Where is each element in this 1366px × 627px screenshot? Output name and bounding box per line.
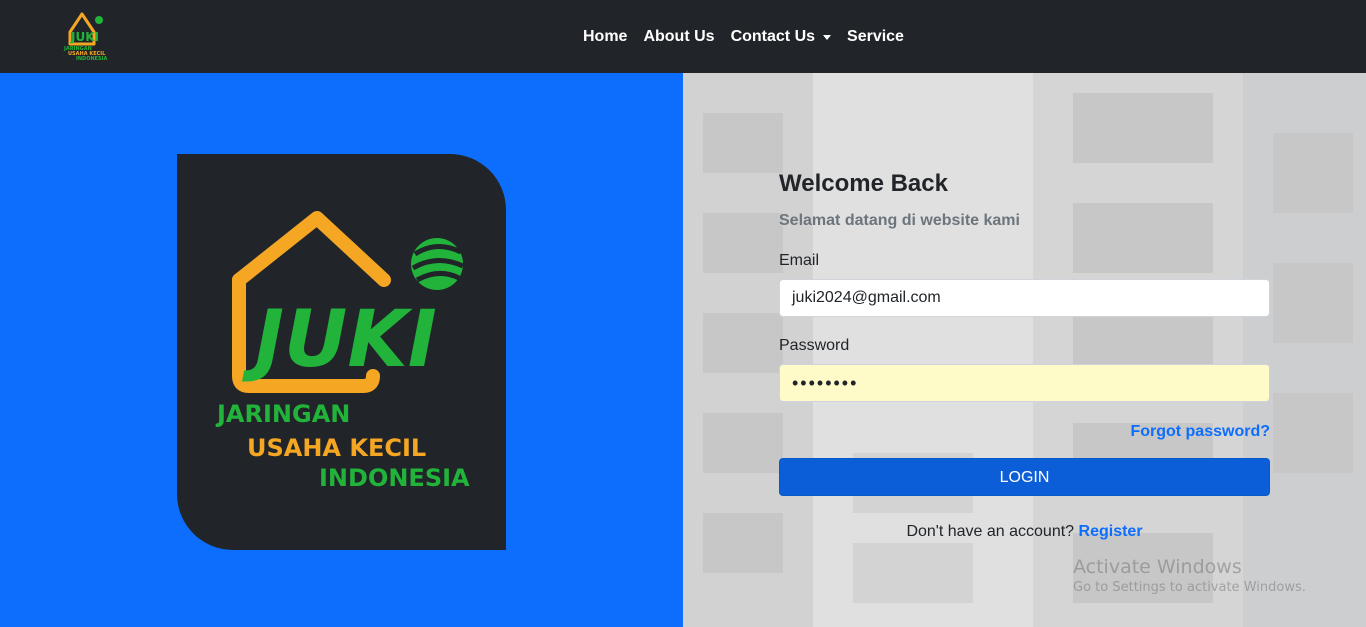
nav-link-service[interactable]: Service	[847, 28, 904, 46]
login-title: Welcome Back	[779, 170, 948, 197]
login-panel: Welcome Back Selamat datang di website k…	[683, 73, 1366, 627]
juki-logo: JUKI JARINGAN USAHA KECIL INDONESIA	[177, 154, 506, 550]
brand-panel: JUKI JARINGAN USAHA KECIL INDONESIA	[0, 73, 683, 627]
forgot-password-link[interactable]: Forgot password?	[779, 423, 1270, 441]
register-link[interactable]: Register	[1079, 523, 1143, 540]
logo-line-3: INDONESIA	[319, 464, 470, 492]
svg-text:JUKI: JUKI	[70, 30, 99, 44]
login-button[interactable]: LOGIN	[779, 458, 1270, 496]
logo-line-1: JARINGAN	[215, 400, 350, 428]
logo-line-2: USAHA KECIL	[247, 434, 426, 462]
nav-menu: Home About Us Contact Us Service	[583, 0, 904, 73]
login-subtitle: Selamat datang di website kami	[779, 212, 1020, 229]
nav-dropdown-contact[interactable]: Contact Us	[730, 27, 832, 46]
nav-contact-label: Contact Us	[730, 27, 816, 45]
nav-link-about[interactable]: About Us	[643, 28, 714, 46]
email-label: Email	[779, 252, 820, 269]
register-prompt: Don't have an account? Register	[779, 523, 1270, 541]
navbar-logo[interactable]: JUKI JARINGAN USAHA KECIL INDONESIA	[62, 10, 110, 62]
password-label: Password	[779, 337, 850, 354]
svg-text:INDONESIA: INDONESIA	[76, 56, 108, 62]
password-field[interactable]: ••••••••	[779, 364, 1270, 402]
watermark-subtitle: Go to Settings to activate Windows.	[1073, 580, 1306, 595]
email-field[interactable]: juki2024@gmail.com	[779, 279, 1270, 317]
top-navbar: JUKI JARINGAN USAHA KECIL INDONESIA Home…	[0, 0, 1366, 73]
nav-link-home[interactable]: Home	[583, 28, 627, 46]
juki-logo-graphic: JUKI JARINGAN USAHA KECIL INDONESIA	[215, 211, 470, 492]
login-form: Welcome Back Selamat datang di website k…	[779, 170, 1270, 541]
activate-windows-watermark: Activate Windows Go to Settings to activ…	[1073, 556, 1306, 595]
caret-down-icon	[823, 34, 832, 40]
register-prompt-text: Don't have an account?	[906, 523, 1075, 540]
watermark-title: Activate Windows	[1073, 556, 1242, 578]
logo-word: JUKI	[242, 295, 437, 385]
